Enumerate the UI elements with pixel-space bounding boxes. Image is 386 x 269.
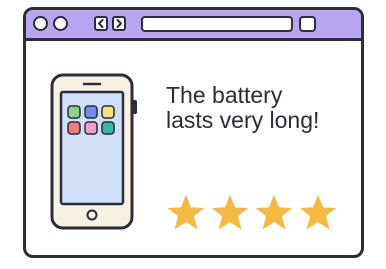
star-icon [297, 193, 339, 233]
chevron-right-icon [116, 19, 122, 28]
title-bar [26, 10, 361, 41]
back-button[interactable] [94, 16, 108, 31]
review-text: The battery lasts very long! [166, 82, 320, 133]
window-control-circle[interactable] [53, 16, 68, 31]
browser-action-button[interactable] [299, 16, 316, 32]
star-icon [209, 193, 251, 233]
chevron-left-icon [98, 19, 104, 28]
star-icon [165, 193, 207, 233]
address-bar[interactable] [141, 16, 293, 32]
forward-button[interactable] [112, 16, 126, 31]
star-icon [253, 193, 295, 233]
page-content: The battery lasts very long! [26, 41, 361, 255]
browser-window: The battery lasts very long! [23, 7, 364, 258]
star-rating [165, 193, 339, 233]
window-control-circle[interactable] [33, 16, 48, 31]
smartphone-icon [50, 73, 137, 230]
